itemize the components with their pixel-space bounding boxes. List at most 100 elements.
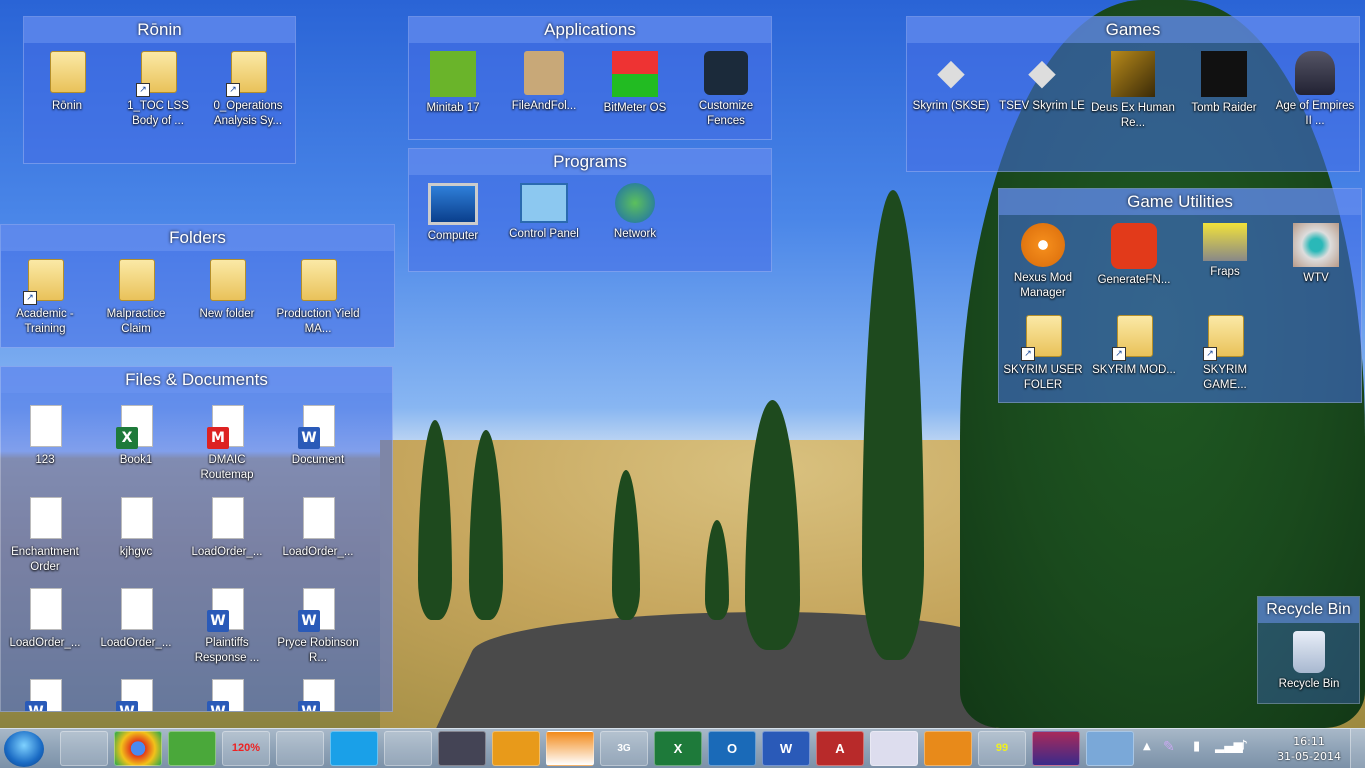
file-word-document[interactable]: W [275,679,361,711]
text-file-icon [25,405,65,449]
fence-ronin[interactable]: Rōnin Rōnin ↗ 1_TOC LSS Body of ... ↗ 0_… [23,16,296,164]
util-fraps[interactable]: Fraps [1182,223,1268,280]
file-word-document[interactable]: W [184,679,270,711]
file-kjhgvc[interactable]: kjhgvc [93,497,179,560]
user-folder-icon [47,51,87,95]
3g-taskbar-icon[interactable]: 3G [600,731,648,766]
clock[interactable]: 16:11 31-05-2014 [1277,734,1341,764]
fence-games[interactable]: Games ◆ Skyrim (SKSE) ◆ TSEV Skyrim LE D… [906,16,1360,172]
wallpaper-cypress [745,400,800,650]
fence-files-documents[interactable]: Files & Documents 123 X Book1 M DMAIC Ro… [0,366,393,712]
fence-title: Recycle Bin [1258,597,1359,623]
word-taskbar-icon[interactable]: W [762,731,810,766]
util-generatefnis[interactable]: GenerateFN... [1091,223,1177,288]
fence-title: Applications [409,17,771,43]
folder-production-yield[interactable]: Production Yield MA... [275,259,361,337]
file-dmaic-routemap[interactable]: M DMAIC Routemap [184,405,270,483]
vlc-taskbar-icon[interactable] [546,731,594,766]
minitab-icon [430,51,476,97]
nmm-taskbar-icon[interactable] [924,731,972,766]
generatefnis-icon [1111,223,1157,269]
network-taskbar-icon[interactable] [1086,731,1134,766]
access-taskbar-icon[interactable]: A [816,731,864,766]
calculator-taskbar-icon[interactable] [870,731,918,766]
clipboard-icon [524,51,564,95]
alcohol-120-taskbar-icon[interactable]: 120% [222,731,270,766]
game-tsev-skyrim[interactable]: ◆ TSEV Skyrim LE [999,51,1085,114]
util-nexus-mod-manager[interactable]: Nexus Mod Manager [1000,223,1086,301]
folder-new-folder[interactable]: New folder [184,259,270,322]
game-deus-ex[interactable]: Deus Ex Human Re... [1090,51,1176,131]
app-bitmeter[interactable]: BitMeter OS [592,51,678,116]
word-file-icon: W [298,405,338,449]
nexus-icon [1021,223,1065,267]
fence-recycle-bin[interactable]: Recycle Bin Recycle Bin [1257,596,1360,704]
file-enchantment-order[interactable]: Enchantment Order [2,497,88,575]
wallpaper-cypress [862,190,924,660]
volume-icon[interactable]: ♪ [1239,738,1248,754]
game-skyrim-skse[interactable]: ◆ Skyrim (SKSE) [908,51,994,114]
file-loadorder[interactable]: LoadOrder_... [184,497,270,560]
file-document[interactable]: W Document [275,405,361,468]
app-minitab[interactable]: Minitab 17 [410,51,496,116]
outlook-taskbar-icon[interactable]: O [708,731,756,766]
folder-academic-training[interactable]: ↗ Academic - Training [2,259,88,337]
power-icon[interactable]: ▮ [1193,739,1200,754]
file-loadorder[interactable]: LoadOrder_... [275,497,361,560]
file-word-document[interactable]: W [2,679,88,711]
utorrent-taskbar-icon[interactable] [168,731,216,766]
bitmeter-icon [612,51,658,97]
steam-taskbar-icon[interactable] [438,731,486,766]
chrome-taskbar-icon[interactable] [114,731,162,766]
text-file-icon [25,497,65,541]
app-customize-fences[interactable]: Customize Fences [683,51,769,129]
fence-programs[interactable]: Programs Computer Control Panel Network [408,148,772,272]
file-loadorder[interactable]: LoadOrder_... [2,588,88,651]
excel-file-icon: X [116,405,156,449]
game-tomb-raider[interactable]: Tomb Raider [1181,51,1267,116]
taskbar: 120% 3G X O W A 99 ▲ ✎ ▮ ▂▄▆ ♪ 16:11 31-… [0,728,1365,768]
file-loadorder[interactable]: LoadOrder_... [93,588,179,651]
skyrim-icon: ◆ [937,52,965,93]
computer-icon [428,183,478,225]
file-123[interactable]: 123 [2,405,88,468]
fence-title: Programs [409,149,771,175]
show-desktop-button[interactable] [1350,729,1365,768]
util-skyrim-user-folder[interactable]: ↗ SKYRIM USER FOLER [1000,315,1086,393]
util-wtv[interactable]: WTV [1273,223,1359,286]
file-book1[interactable]: X Book1 [93,405,179,468]
folder-shortcut-icon: ↗ [136,51,178,97]
game-age-of-empires[interactable]: Age of Empires II ... [1272,51,1358,129]
nexus-taskbar-icon[interactable] [492,731,540,766]
desktop[interactable]: Rōnin Rōnin ↗ 1_TOC LSS Body of ... ↗ 0_… [0,0,1365,728]
folder-toc-lss[interactable]: ↗ 1_TOC LSS Body of ... [115,51,201,129]
control-panel-icon [520,183,568,223]
fraps-taskbar-icon[interactable]: 99 [978,731,1026,766]
winrar-taskbar-icon[interactable] [1032,731,1080,766]
util-skyrim-game[interactable]: ↗ SKYRIM GAME... [1182,315,1268,393]
file-pryce-robinson[interactable]: W Pryce Robinson R... [275,588,361,666]
file-plaintiffs-response[interactable]: W Plaintiffs Response ... [184,588,270,666]
fence-game-utilities[interactable]: Game Utilities Nexus Mod Manager Generat… [998,188,1362,403]
folder-ronin[interactable]: Rōnin [24,51,110,114]
folder-malpractice-claim[interactable]: Malpractice Claim [93,259,179,337]
system-network[interactable]: Network [592,183,678,242]
pen-icon[interactable]: ✎ [1163,739,1175,755]
chevron-up-icon[interactable]: ▲ [1143,741,1151,752]
system-control-panel[interactable]: Control Panel [501,183,587,242]
fence-applications[interactable]: Applications Minitab 17 FileAndFol... Bi… [408,16,772,140]
system-tray: ▲ ✎ ▮ ▂▄▆ ♪ 16:11 31-05-2014 [1135,729,1365,768]
excel-taskbar-icon[interactable]: X [654,731,702,766]
fence-folders[interactable]: Folders ↗ Academic - Training Malpractic… [0,224,395,348]
system-computer[interactable]: Computer [410,183,496,244]
folder-operations-analysis[interactable]: ↗ 0_Operations Analysis Sy... [205,51,291,129]
app-fileandfolder[interactable]: FileAndFol... [501,51,587,114]
util-skyrim-mod[interactable]: ↗ SKYRIM MOD... [1091,315,1177,378]
recycle-bin[interactable]: Recycle Bin [1266,631,1352,692]
snipping-tool-taskbar-icon[interactable] [384,731,432,766]
file-word-document[interactable]: W [93,679,179,711]
start-button[interactable] [4,731,44,767]
explorer-taskbar-icon[interactable] [60,731,108,766]
skype-taskbar-icon[interactable] [330,731,378,766]
app-taskbar-icon[interactable] [276,731,324,766]
